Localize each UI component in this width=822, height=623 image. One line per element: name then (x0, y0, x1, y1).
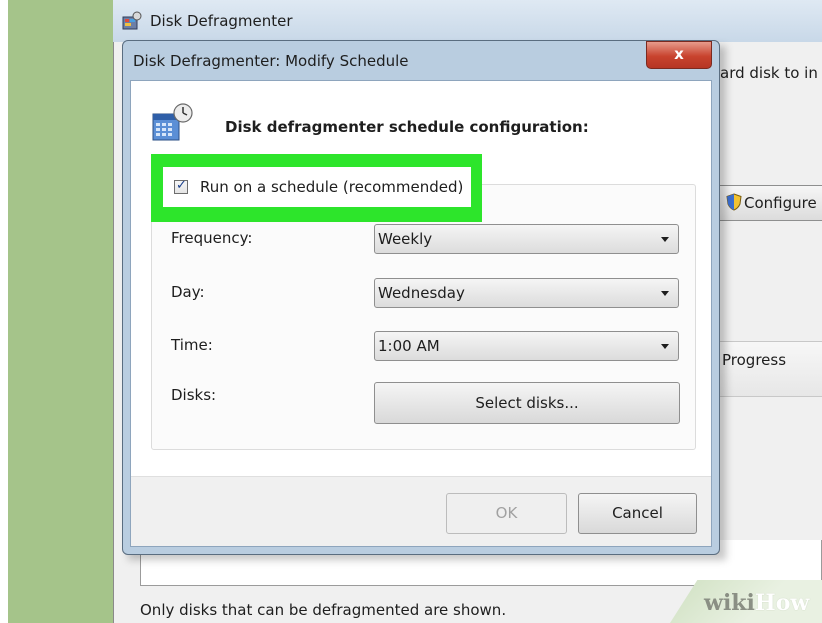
day-value: Wednesday (378, 284, 465, 302)
frequency-dropdown[interactable]: Weekly (374, 224, 679, 254)
select-disks-button[interactable]: Select disks... (374, 382, 680, 424)
footer-note: Only disks that can be defragmented are … (140, 601, 507, 619)
chevron-down-icon (661, 344, 669, 349)
chevron-down-icon (661, 291, 669, 296)
close-button[interactable]: x (646, 41, 712, 69)
ok-button[interactable]: OK (446, 493, 567, 534)
parent-description-text: ard disk to in (720, 64, 818, 82)
frequency-value: Weekly (378, 230, 433, 248)
parent-window-title: Disk Defragmenter (150, 12, 293, 30)
watermark-wiki: wiki (704, 590, 755, 616)
watermark-how: How (754, 590, 810, 616)
time-value: 1:00 AM (378, 337, 440, 355)
run-on-schedule-checkbox[interactable]: ✓ (174, 178, 188, 194)
schedule-icon (151, 102, 195, 144)
disk-list-header (716, 341, 822, 397)
disks-label: Disks: (171, 386, 217, 404)
run-on-schedule-label[interactable]: Run on a schedule (recommended) (200, 178, 463, 196)
frequency-label: Frequency: (171, 229, 253, 247)
desktop-background (8, 0, 113, 623)
configure-schedule-label[interactable]: Configure s (744, 194, 822, 212)
chevron-down-icon (661, 237, 669, 242)
dialog-title: Disk Defragmenter: Modify Schedule (133, 52, 409, 70)
close-icon: x (674, 45, 684, 63)
time-label: Time: (171, 336, 213, 354)
shield-icon (726, 193, 742, 211)
dialog-heading: Disk defragmenter schedule configuration… (225, 118, 589, 136)
defragmenter-app-icon (121, 10, 143, 32)
time-dropdown[interactable]: 1:00 AM (374, 331, 679, 361)
column-header-progress[interactable]: Progress (722, 351, 786, 369)
cancel-button[interactable]: Cancel (578, 493, 697, 534)
wikihow-watermark: wikiHow (704, 590, 809, 616)
day-dropdown[interactable]: Wednesday (374, 278, 679, 308)
checkmark-icon: ✓ (176, 178, 187, 193)
day-label: Day: (171, 283, 205, 301)
